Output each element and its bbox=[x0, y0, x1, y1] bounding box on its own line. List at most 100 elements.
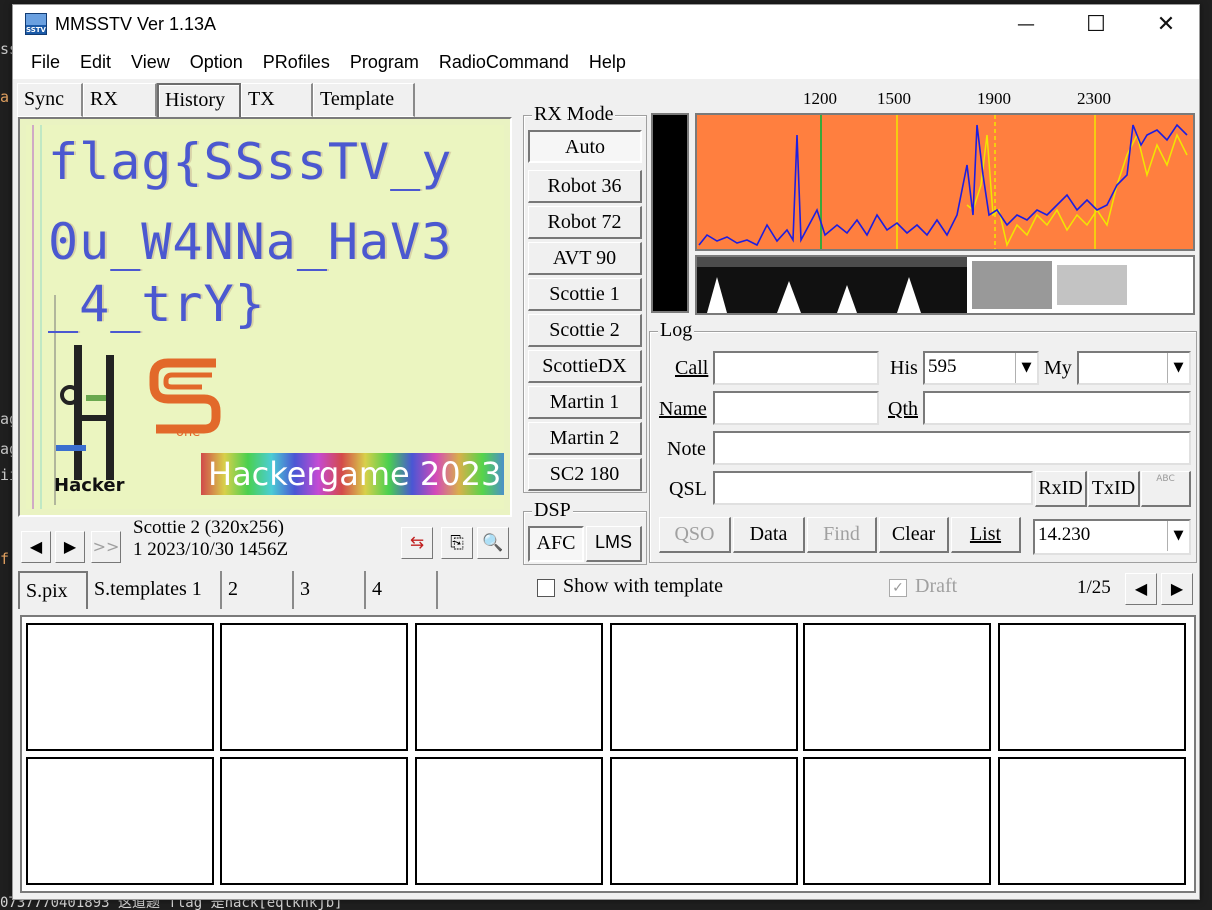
mode-martin1-button[interactable]: Martin 1 bbox=[528, 386, 642, 419]
received-image: flag{SSssTV_y 0u_W4NNa_HaV3 _4_trY} Hack… bbox=[26, 125, 504, 509]
thumbnail-slot[interactable] bbox=[220, 623, 408, 751]
mode-scottie2-button[interactable]: Scottie 2 bbox=[528, 314, 642, 347]
show-template-checkbox[interactable] bbox=[537, 579, 555, 597]
mode-auto-button[interactable]: Auto bbox=[528, 130, 642, 163]
next-picture-button[interactable]: ▶ bbox=[55, 531, 85, 563]
mode-sc2180-button[interactable]: SC2 180 bbox=[528, 458, 642, 491]
freq-tick: 1900 bbox=[977, 89, 1011, 108]
thumbnail-slot[interactable] bbox=[415, 623, 603, 751]
menu-edit[interactable]: Edit bbox=[70, 52, 121, 73]
mode-scottiedx-button[interactable]: ScottieDX bbox=[528, 350, 642, 383]
menu-radiocommand[interactable]: RadioCommand bbox=[429, 52, 579, 73]
hackergame-logo-icon bbox=[149, 358, 221, 434]
hacker-logo-text: Hacker bbox=[54, 475, 125, 496]
thumbnail-slot[interactable] bbox=[26, 757, 214, 885]
stock-pictures-grid bbox=[20, 615, 1196, 893]
menu-view[interactable]: View bbox=[121, 52, 180, 73]
mode-martin2-button[interactable]: Martin 2 bbox=[528, 422, 642, 455]
thumbnail-slot[interactable] bbox=[415, 757, 603, 885]
history-picture-frame[interactable]: flag{SSssTV_y 0u_W4NNa_HaV3 _4_trY} Hack… bbox=[18, 117, 512, 517]
call-label: Call bbox=[675, 357, 709, 379]
hackergame-banner-text: Hackergame 2023 bbox=[208, 455, 502, 493]
his-label: His bbox=[890, 357, 918, 379]
thumbnail-slot[interactable] bbox=[803, 757, 991, 885]
image-text-line: 0u_W4NNa_HaV3 bbox=[48, 213, 453, 271]
find-button[interactable]: Find bbox=[807, 517, 877, 553]
data-button[interactable]: Data bbox=[733, 517, 805, 553]
my-label: My bbox=[1044, 357, 1072, 379]
tab-spix[interactable]: S.pix bbox=[18, 571, 88, 609]
tab-stemplates-4[interactable]: 4 bbox=[366, 571, 438, 609]
draft-checkbox[interactable]: ✓ bbox=[889, 579, 907, 597]
list-button[interactable]: List bbox=[951, 517, 1021, 553]
minimize-button[interactable]: — bbox=[991, 5, 1061, 45]
thumbnail-slot[interactable] bbox=[803, 623, 991, 751]
maximize-button[interactable]: ☐ bbox=[1061, 5, 1131, 45]
his-combo[interactable]: 595 ▼ bbox=[923, 351, 1039, 385]
thumbnail-slot[interactable] bbox=[610, 623, 798, 751]
tab-rx[interactable]: RX bbox=[83, 83, 157, 117]
picture-stamp: 1 2023/10/30 1456Z bbox=[133, 539, 289, 560]
qth-field[interactable] bbox=[923, 391, 1191, 425]
log-label: Log bbox=[658, 319, 695, 342]
prev-picture-button[interactable]: ◀ bbox=[21, 531, 51, 563]
my-combo[interactable]: ▼ bbox=[1077, 351, 1191, 385]
hacker-mascot-icon bbox=[56, 345, 114, 480]
skip-button[interactable]: >> bbox=[91, 531, 121, 563]
send-to-tx-icon[interactable]: ⇆ bbox=[401, 527, 433, 559]
freq-tick: 1200 bbox=[803, 89, 837, 108]
menu-option[interactable]: Option bbox=[180, 52, 253, 73]
thumbnail-slot[interactable] bbox=[998, 623, 1186, 751]
waterfall-display[interactable] bbox=[695, 255, 1195, 315]
tab-history[interactable]: History bbox=[157, 83, 241, 117]
tab-tx[interactable]: TX bbox=[241, 83, 313, 117]
mode-scottie1-button[interactable]: Scottie 1 bbox=[528, 278, 642, 311]
afc-button[interactable]: AFC bbox=[528, 526, 584, 562]
chevron-down-icon[interactable]: ▼ bbox=[1167, 353, 1189, 383]
name-label: Name bbox=[659, 398, 707, 420]
mode-robot72-button[interactable]: Robot 72 bbox=[528, 206, 642, 239]
tab-stemplates-2[interactable]: 2 bbox=[222, 571, 294, 609]
frequency-value: 14.230 bbox=[1038, 524, 1091, 545]
zoom-icon[interactable]: 🔍 bbox=[477, 527, 509, 559]
frequency-combo[interactable]: 14.230 ▼ bbox=[1033, 519, 1191, 555]
close-button[interactable]: ✕ bbox=[1131, 5, 1201, 45]
tab-template[interactable]: Template bbox=[313, 83, 415, 117]
name-field[interactable] bbox=[713, 391, 879, 425]
next-page-button[interactable]: ▶ bbox=[1161, 573, 1193, 605]
thumbnail-slot[interactable] bbox=[220, 757, 408, 885]
mode-robot36-button[interactable]: Robot 36 bbox=[528, 170, 642, 203]
rxid-button[interactable]: RxID bbox=[1035, 471, 1087, 507]
spectrum-display[interactable] bbox=[695, 113, 1195, 251]
tab-stemplates-3[interactable]: 3 bbox=[294, 571, 366, 609]
prev-page-button[interactable]: ◀ bbox=[1125, 573, 1157, 605]
menu-profiles[interactable]: PRofiles bbox=[253, 52, 340, 73]
lms-button[interactable]: LMS bbox=[586, 526, 642, 562]
qsl-field[interactable] bbox=[713, 471, 1033, 505]
menu-help[interactable]: Help bbox=[579, 52, 636, 73]
mode-avt90-button[interactable]: AVT 90 bbox=[528, 242, 642, 275]
thumbnail-slot[interactable] bbox=[998, 757, 1186, 885]
txid-button[interactable]: TxID bbox=[1088, 471, 1140, 507]
thumbnail-slot[interactable] bbox=[610, 757, 798, 885]
abc-button[interactable]: ABC bbox=[1141, 471, 1191, 507]
copy-icon[interactable]: ⎘ bbox=[441, 527, 473, 559]
tab-stemplates-1[interactable]: S.templates 1 bbox=[88, 571, 222, 609]
app-icon: SSTV bbox=[25, 13, 47, 35]
draft-label: Draft bbox=[915, 575, 958, 597]
clear-button[interactable]: Clear bbox=[879, 517, 949, 553]
note-field[interactable] bbox=[713, 431, 1191, 465]
page-counter: 1/25 bbox=[1077, 577, 1111, 598]
qso-button[interactable]: QSO bbox=[659, 517, 731, 553]
menu-program[interactable]: Program bbox=[340, 52, 429, 73]
title-bar[interactable]: SSTV MMSSTV Ver 1.13A — ☐ ✕ bbox=[13, 5, 1199, 45]
tab-sync[interactable]: Sync bbox=[17, 83, 83, 117]
picture-info: Scottie 2 (320x256) 1 2023/10/30 1456Z bbox=[133, 517, 288, 561]
call-field[interactable] bbox=[713, 351, 879, 385]
lower-tabs: S.pix S.templates 1 2 3 4 bbox=[18, 571, 438, 609]
freq-tick: 1500 bbox=[877, 89, 911, 108]
thumbnail-slot[interactable] bbox=[26, 623, 214, 751]
menu-file[interactable]: File bbox=[21, 52, 70, 73]
chevron-down-icon[interactable]: ▼ bbox=[1015, 353, 1037, 383]
chevron-down-icon[interactable]: ▼ bbox=[1167, 521, 1189, 551]
